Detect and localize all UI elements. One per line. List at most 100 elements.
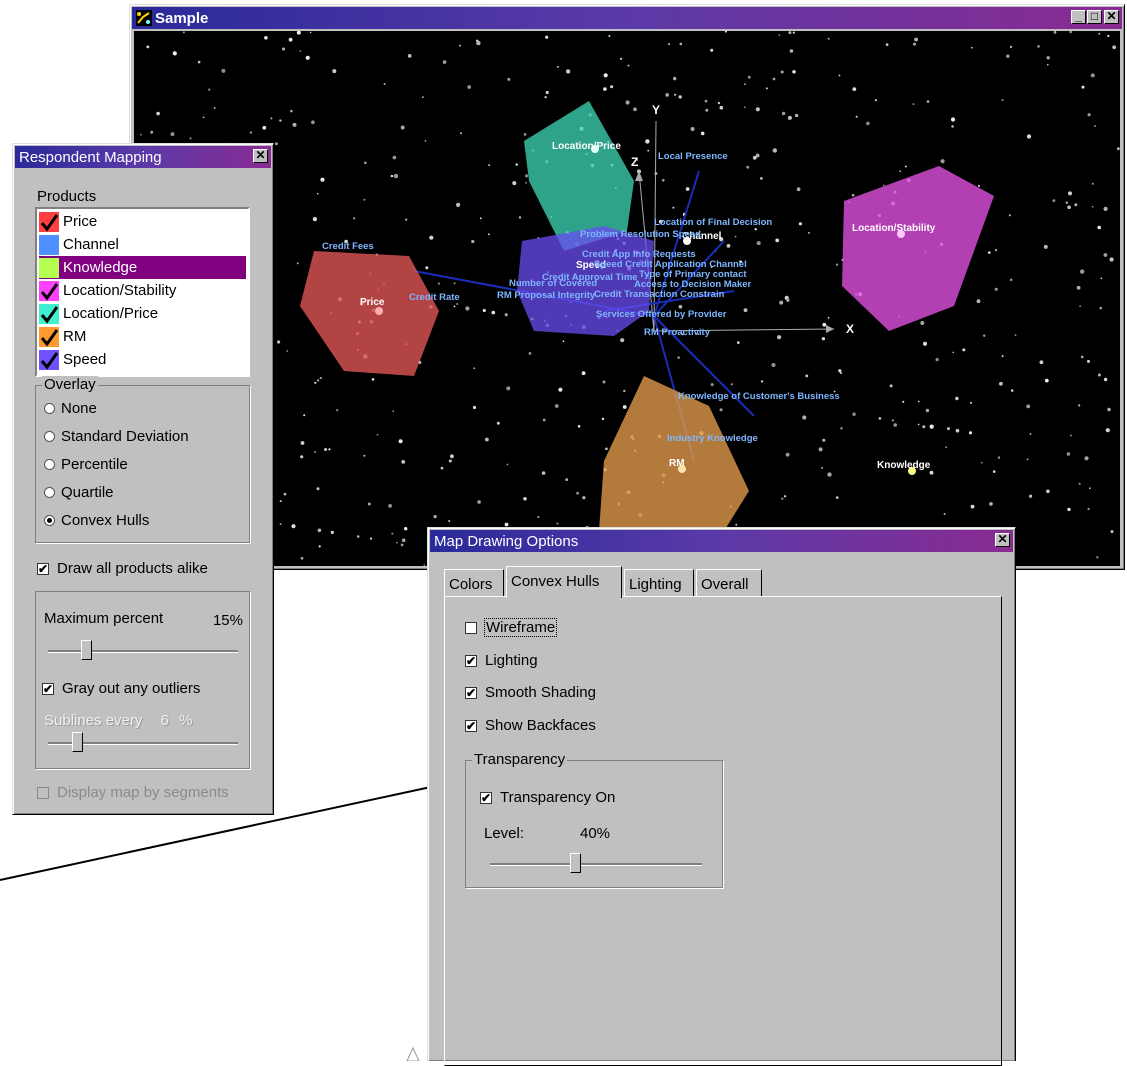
tab-convex-hulls[interactable]: Convex Hulls <box>506 566 622 598</box>
product-item[interactable]: Location/Price <box>39 302 246 325</box>
smooth-shading-checkbox[interactable]: ✔ Smooth Shading <box>465 684 596 701</box>
tab-overall[interactable]: Overall <box>696 569 762 597</box>
smooth-shading-box[interactable]: ✔ <box>465 686 477 699</box>
gray-outliers-label: Gray out any outliers <box>62 680 201 697</box>
label-price: Price <box>360 297 385 308</box>
respondent-close-button[interactable]: ✕ <box>253 149 268 163</box>
label-location-price: Location/Price <box>552 141 621 152</box>
smooth-shading-label: Smooth Shading <box>485 684 596 701</box>
product-item[interactable]: Location/Stability <box>39 279 246 302</box>
map-options-title: Map Drawing Options <box>434 532 579 550</box>
wireframe-checkbox[interactable]: Wireframe <box>465 618 558 637</box>
product-color-swatch[interactable] <box>39 349 59 370</box>
draw-all-alike-box[interactable]: ✔ <box>37 562 49 575</box>
show-backfaces-checkbox[interactable]: ✔ Show Backfaces <box>465 717 596 734</box>
overlay-option[interactable]: Convex Hulls <box>44 512 149 529</box>
products-list[interactable]: Price Channel Knowledge Location/Stability L… <box>35 207 250 377</box>
overlay-legend: Overlay <box>42 376 98 393</box>
transparency-on-checkbox[interactable]: ✔ Transparency On <box>480 789 615 806</box>
label-axis-z: Z <box>631 155 639 169</box>
overlay-option[interactable]: Quartile <box>44 484 114 501</box>
max-percent-value: 15% <box>212 612 243 629</box>
close-button[interactable]: ✕ <box>1104 10 1119 24</box>
overlay-option-label: None <box>61 400 97 417</box>
transparency-on-label: Transparency On <box>500 789 616 806</box>
product-label: Price <box>63 213 98 230</box>
show-backfaces-box[interactable]: ✔ <box>465 719 477 732</box>
map-options-close-button[interactable]: ✕ <box>995 533 1010 547</box>
tab-lighting[interactable]: Lighting <box>624 569 694 597</box>
max-percent-track[interactable] <box>48 650 238 653</box>
max-percent-thumb[interactable] <box>81 640 92 660</box>
product-item[interactable]: Knowledge <box>39 256 246 279</box>
label-industry-knowledge: Industry Knowledge <box>667 433 758 444</box>
radio-dot[interactable] <box>44 515 55 526</box>
app-icon <box>136 10 152 26</box>
label-credit-transaction: Credit Transaction Constrain <box>594 289 725 300</box>
product-label: Channel <box>63 236 119 253</box>
product-label: Location/Stability <box>63 282 177 299</box>
product-label: Knowledge <box>63 259 138 276</box>
wireframe-box[interactable] <box>465 621 477 634</box>
transparency-on-box[interactable]: ✔ <box>480 791 492 804</box>
percent-group: Maximum percent 15% ✔ Gray out any outli… <box>35 591 250 769</box>
tab-colors[interactable]: Colors <box>444 569 504 597</box>
sample-titlebar[interactable]: Sample _ □ ✕ <box>132 7 1122 29</box>
gray-outliers-checkbox[interactable]: ✔ Gray out any outliers <box>42 680 200 697</box>
product-item[interactable]: RM <box>39 325 246 348</box>
label-rm-proposal: RM Proposal Integrity <box>497 290 596 301</box>
overlay-option-label: Convex Hulls <box>61 512 150 529</box>
product-color-swatch[interactable] <box>39 257 59 278</box>
display-segments-label: Display map by segments <box>57 784 229 801</box>
display-segments-checkbox[interactable]: Display map by segments <box>37 784 229 801</box>
draw-all-alike-label: Draw all products alike <box>57 560 208 577</box>
label-credit-fees: Credit Fees <box>322 241 374 252</box>
product-color-swatch[interactable] <box>39 326 59 347</box>
respondent-titlebar[interactable]: Respondent Mapping ✕ <box>15 146 271 168</box>
overlay-option-label: Quartile <box>61 484 114 501</box>
radio-dot[interactable] <box>44 431 55 442</box>
product-color-swatch[interactable] <box>39 211 59 232</box>
sublines-thumb[interactable] <box>71 732 83 752</box>
minimize-button[interactable]: _ <box>1071 10 1086 24</box>
product-item[interactable]: Channel <box>39 233 246 256</box>
map-options-titlebar[interactable]: Map Drawing Options ✕ <box>430 530 1013 552</box>
sublines-label: Sublines every 6 % <box>44 712 193 729</box>
product-color-swatch[interactable] <box>39 280 59 301</box>
maximize-button[interactable]: □ <box>1087 10 1102 24</box>
label-axis-y: Y <box>652 103 661 117</box>
label-services-offered: Services Offered by Provider <box>596 309 727 320</box>
draw-all-alike-checkbox[interactable]: ✔ Draw all products alike <box>37 560 208 577</box>
map-canvas[interactable]: Location/Price Location/Stability Price … <box>134 31 1120 566</box>
lighting-label: Lighting <box>485 652 538 669</box>
lighting-box[interactable]: ✔ <box>465 654 477 667</box>
overlay-option[interactable]: Standard Deviation <box>44 428 189 445</box>
overlay-option[interactable]: Percentile <box>44 456 128 473</box>
level-label: Level: <box>484 825 525 842</box>
product-item[interactable]: Speed <box>39 348 246 371</box>
gray-outliers-box[interactable]: ✔ <box>42 682 54 695</box>
hull-price <box>300 251 439 376</box>
transparency-track[interactable] <box>490 863 702 866</box>
product-color-swatch[interactable] <box>39 303 59 324</box>
level-value: 40% <box>580 825 611 842</box>
transparency-legend: Transparency <box>472 751 568 768</box>
transparency-thumb[interactable] <box>569 853 581 873</box>
product-item[interactable]: Price <box>39 210 246 233</box>
label-location-stability: Location/Stability <box>852 223 936 234</box>
label-location-final: Location of Final Decision <box>654 217 773 228</box>
lighting-checkbox[interactable]: ✔ Lighting <box>465 652 538 669</box>
overlay-option[interactable]: None <box>44 400 97 417</box>
respondent-mapping-window: Respondent Mapping ✕ Products Price Chann… <box>12 143 274 815</box>
product-color-swatch[interactable] <box>39 234 59 255</box>
hull-location-stability <box>842 166 994 331</box>
products-label: Products <box>37 188 97 205</box>
radio-dot[interactable] <box>44 403 55 414</box>
label-credit-rate: Credit Rate <box>409 292 460 303</box>
display-segments-box[interactable] <box>37 786 49 799</box>
label-rm: RM <box>669 458 685 469</box>
radio-dot[interactable] <box>44 459 55 470</box>
overlay-group: Overlay None Standard Deviation Percentile… <box>35 376 250 543</box>
radio-dot[interactable] <box>44 487 55 498</box>
label-knowledge: Knowledge <box>877 460 931 471</box>
